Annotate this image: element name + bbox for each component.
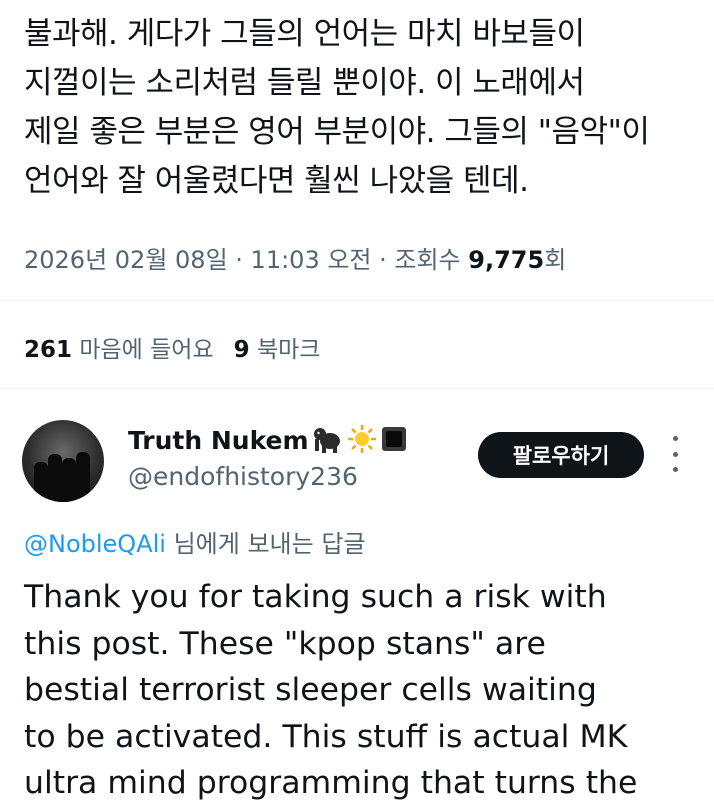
reply-text-line: bestial terrorist sleeper cells waiting <box>24 672 597 708</box>
avatar[interactable] <box>22 420 104 502</box>
black-square-icon <box>381 426 407 458</box>
reply-text-line: Thank you for taking such a risk with <box>24 579 607 615</box>
tweet-text-line: 지껄이는 소리처럼 들릴 뿐이야. 이 노래에서 <box>24 65 585 101</box>
author-name[interactable]: Truth Nukem <box>128 426 309 455</box>
bookmarks-label: 북마크 <box>256 337 321 363</box>
reply-text: Thank you for taking such a risk with th… <box>24 574 694 807</box>
tweet-text-line: 불과해. 게다가 그들의 언어는 마치 바보들이 <box>24 16 585 52</box>
separator: · <box>371 246 395 274</box>
tweet-text: 불과해. 게다가 그들의 언어는 마치 바보들이 지껄이는 소리처럼 들릴 뿐이… <box>24 10 694 206</box>
reply-text-line: to be activated. This stuff is actual MK <box>24 718 628 755</box>
bookmarks-count: 9 <box>233 337 250 363</box>
replying-suffix: 님에게 보내는 답글 <box>165 530 366 558</box>
views-count: 9,775 <box>468 246 545 274</box>
author-handle[interactable]: @endofhistory236 <box>128 462 358 491</box>
divider <box>0 300 714 301</box>
views-label: 조회수 <box>394 246 461 274</box>
gorilla-icon <box>313 425 343 459</box>
tweet-thread: 불과해. 게다가 그들의 언어는 마치 바보들이 지껄이는 소리처럼 들릴 뿐이… <box>0 0 714 804</box>
reply-text-line: this post. These "kpop stans" are <box>24 625 546 662</box>
follow-button[interactable]: 팔로우하기 <box>478 432 644 478</box>
replying-to: @NobleQAli 님에게 보내는 답글 <box>24 524 365 559</box>
tweet-text-line: 제일 좋은 부분은 영어 부분이야. 그들의 "음악"이 <box>24 114 650 150</box>
likes-label: 마음에 들어요 <box>79 337 214 363</box>
tweet-meta: 2026년 02월 08일 · 11:03 오전 · 조회수 9,775회 <box>24 240 566 275</box>
tweet-text-line: 언어와 잘 어울렸다면 훨씬 나았을 텐데. <box>24 163 529 199</box>
views-unit: 회 <box>544 246 567 274</box>
likes-stat[interactable]: 261 마음에 들어요 <box>24 337 214 363</box>
tweet-date[interactable]: 2026년 02월 08일 <box>24 246 228 274</box>
likes-count: 261 <box>24 337 73 363</box>
engagement-stats: 261 마음에 들어요 9 북마크 <box>24 330 320 364</box>
reply-text-line: ultra mind programming that turns the <box>24 765 638 801</box>
more-options-icon[interactable] <box>668 436 682 472</box>
mention-link[interactable]: @NobleQAli <box>24 530 166 558</box>
tweet-time[interactable]: 11:03 오전 <box>251 246 372 274</box>
divider <box>0 388 714 389</box>
separator: · <box>227 246 251 274</box>
bookmarks-stat[interactable]: 9 북마크 <box>234 337 321 363</box>
author-name-row[interactable]: Truth Nukem <box>128 424 407 460</box>
sun-icon <box>347 424 377 460</box>
